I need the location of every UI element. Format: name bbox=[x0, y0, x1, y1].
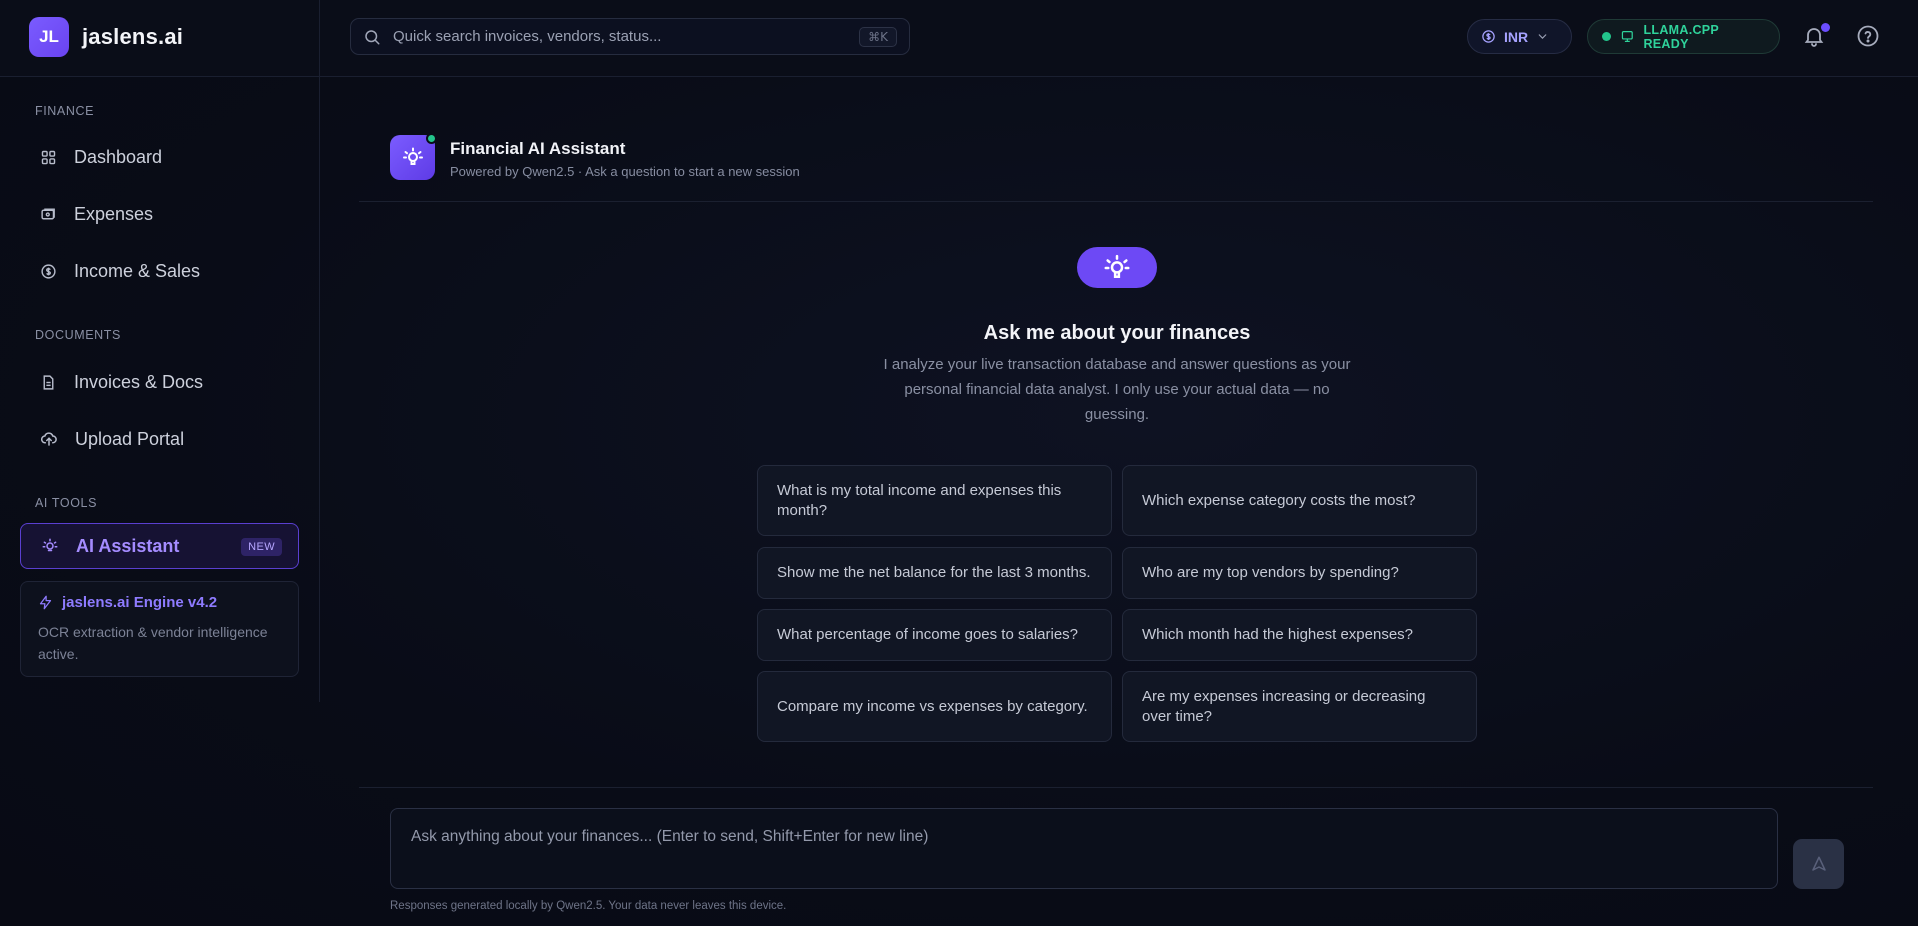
dollar-circle-icon bbox=[41, 263, 56, 279]
search-icon bbox=[365, 29, 380, 44]
suggestion-chip[interactable]: What percentage of income goes to salari… bbox=[757, 609, 1112, 661]
sidebar-item-expenses[interactable]: Expenses bbox=[20, 191, 299, 237]
engine-description: OCR extraction & vendor intelligence act… bbox=[38, 624, 268, 662]
brand[interactable]: JL jaslens.ai bbox=[29, 17, 183, 57]
sidebar-item-upload-portal[interactable]: Upload Portal bbox=[20, 416, 299, 462]
send-icon bbox=[1811, 856, 1826, 871]
section-label-ai-tools: AI TOOLS bbox=[35, 496, 98, 510]
brand-name: jaslens.ai bbox=[82, 24, 184, 49]
help-button[interactable] bbox=[1856, 24, 1884, 52]
currency-label: INR bbox=[1504, 28, 1529, 45]
chevron-down-icon bbox=[1538, 34, 1547, 39]
lightning-icon bbox=[39, 595, 52, 610]
sidebar-item-invoices-docs[interactable]: Invoices & Docs bbox=[20, 359, 299, 405]
lightbulb-icon bbox=[1104, 254, 1130, 278]
hero-icon-pill bbox=[1077, 247, 1157, 288]
main-content: Financial AI Assistant Powered by Qwen2.… bbox=[359, 77, 1873, 926]
suggestion-chip[interactable]: Who are my top vendors by spending? bbox=[1122, 547, 1477, 599]
search-input[interactable] bbox=[393, 28, 860, 45]
hero-title: Ask me about your finances bbox=[983, 322, 1251, 344]
top-bar: JL jaslens.ai ⌘K INR LLAMA.CPP READY bbox=[0, 0, 1918, 77]
chat-subtitle: Powered by Qwen2.5 · Ask a question to s… bbox=[450, 164, 800, 179]
document-icon bbox=[43, 374, 54, 390]
chat-header: Financial AI Assistant Powered by Qwen2.… bbox=[359, 133, 1873, 202]
engine-info-card: jaslens.ai Engine v4.2 OCR extraction & … bbox=[20, 581, 299, 677]
sidebar-item-income-sales[interactable]: Income & Sales bbox=[20, 248, 299, 294]
lightbulb-icon bbox=[42, 538, 58, 552]
wallet-icon bbox=[41, 207, 55, 219]
sidebar-item-ai-assistant[interactable]: AI Assistant NEW bbox=[20, 523, 299, 569]
hero-description: I analyze your live transaction database… bbox=[883, 356, 1351, 423]
notifications-button[interactable] bbox=[1802, 23, 1830, 52]
online-indicator bbox=[426, 133, 437, 144]
composer-divider bbox=[359, 787, 1873, 788]
currency-icon bbox=[1482, 30, 1495, 43]
suggestion-chip[interactable]: Which expense category costs the most? bbox=[1122, 465, 1477, 536]
chat-input[interactable] bbox=[411, 828, 1757, 846]
sidebar-item-label: Income & Sales bbox=[74, 260, 201, 281]
sidebar-item-label: Invoices & Docs bbox=[74, 371, 204, 392]
engine-title: jaslens.ai Engine v4.2 bbox=[62, 594, 218, 611]
currency-selector[interactable]: INR bbox=[1467, 19, 1572, 54]
brand-logo: JL bbox=[29, 17, 69, 57]
engine-status-badge[interactable]: LLAMA.CPP READY bbox=[1587, 19, 1780, 54]
notification-dot bbox=[1821, 23, 1830, 32]
monitor-icon bbox=[1621, 31, 1633, 42]
sidebar-item-label: Dashboard bbox=[74, 146, 163, 167]
cloud-upload-icon bbox=[40, 432, 57, 446]
app-root: JL jaslens.ai ⌘K INR LLAMA.CPP READY bbox=[0, 0, 1918, 926]
status-dot bbox=[1602, 32, 1611, 41]
engine-status-label: LLAMA.CPP READY bbox=[1643, 22, 1719, 51]
chat-title: Financial AI Assistant bbox=[450, 139, 626, 158]
suggestion-chip[interactable]: Compare my income vs expenses by categor… bbox=[757, 671, 1112, 742]
grid-icon bbox=[41, 150, 56, 164]
sidebar-item-dashboard[interactable]: Dashboard bbox=[20, 134, 299, 180]
lightbulb-icon bbox=[402, 147, 423, 165]
sidebar: FINANCE Dashboard Expenses Income & Sale… bbox=[0, 77, 320, 702]
privacy-footnote: Responses generated locally by Qwen2.5. … bbox=[390, 900, 787, 912]
suggestion-chip[interactable]: What is my total income and expenses thi… bbox=[757, 465, 1112, 536]
section-label-finance: FINANCE bbox=[35, 104, 95, 118]
topbar-divider bbox=[319, 0, 320, 77]
sidebar-item-label: AI Assistant bbox=[76, 535, 180, 556]
search-bar[interactable]: ⌘K bbox=[350, 18, 910, 55]
sidebar-item-label: Upload Portal bbox=[75, 428, 185, 449]
suggestion-chip[interactable]: Are my expenses increasing or decreasing… bbox=[1122, 671, 1477, 742]
suggestion-chip[interactable]: Which month had the highest expenses? bbox=[1122, 609, 1477, 661]
sidebar-item-label: Expenses bbox=[74, 203, 154, 224]
section-label-documents: DOCUMENTS bbox=[35, 328, 121, 342]
suggestion-chip[interactable]: Show me the net balance for the last 3 m… bbox=[757, 547, 1112, 599]
search-shortcut-hint: ⌘K bbox=[859, 26, 897, 47]
send-button[interactable] bbox=[1793, 839, 1844, 889]
help-icon bbox=[1857, 25, 1879, 47]
new-badge: NEW bbox=[241, 538, 282, 556]
chat-composer[interactable] bbox=[390, 808, 1778, 889]
